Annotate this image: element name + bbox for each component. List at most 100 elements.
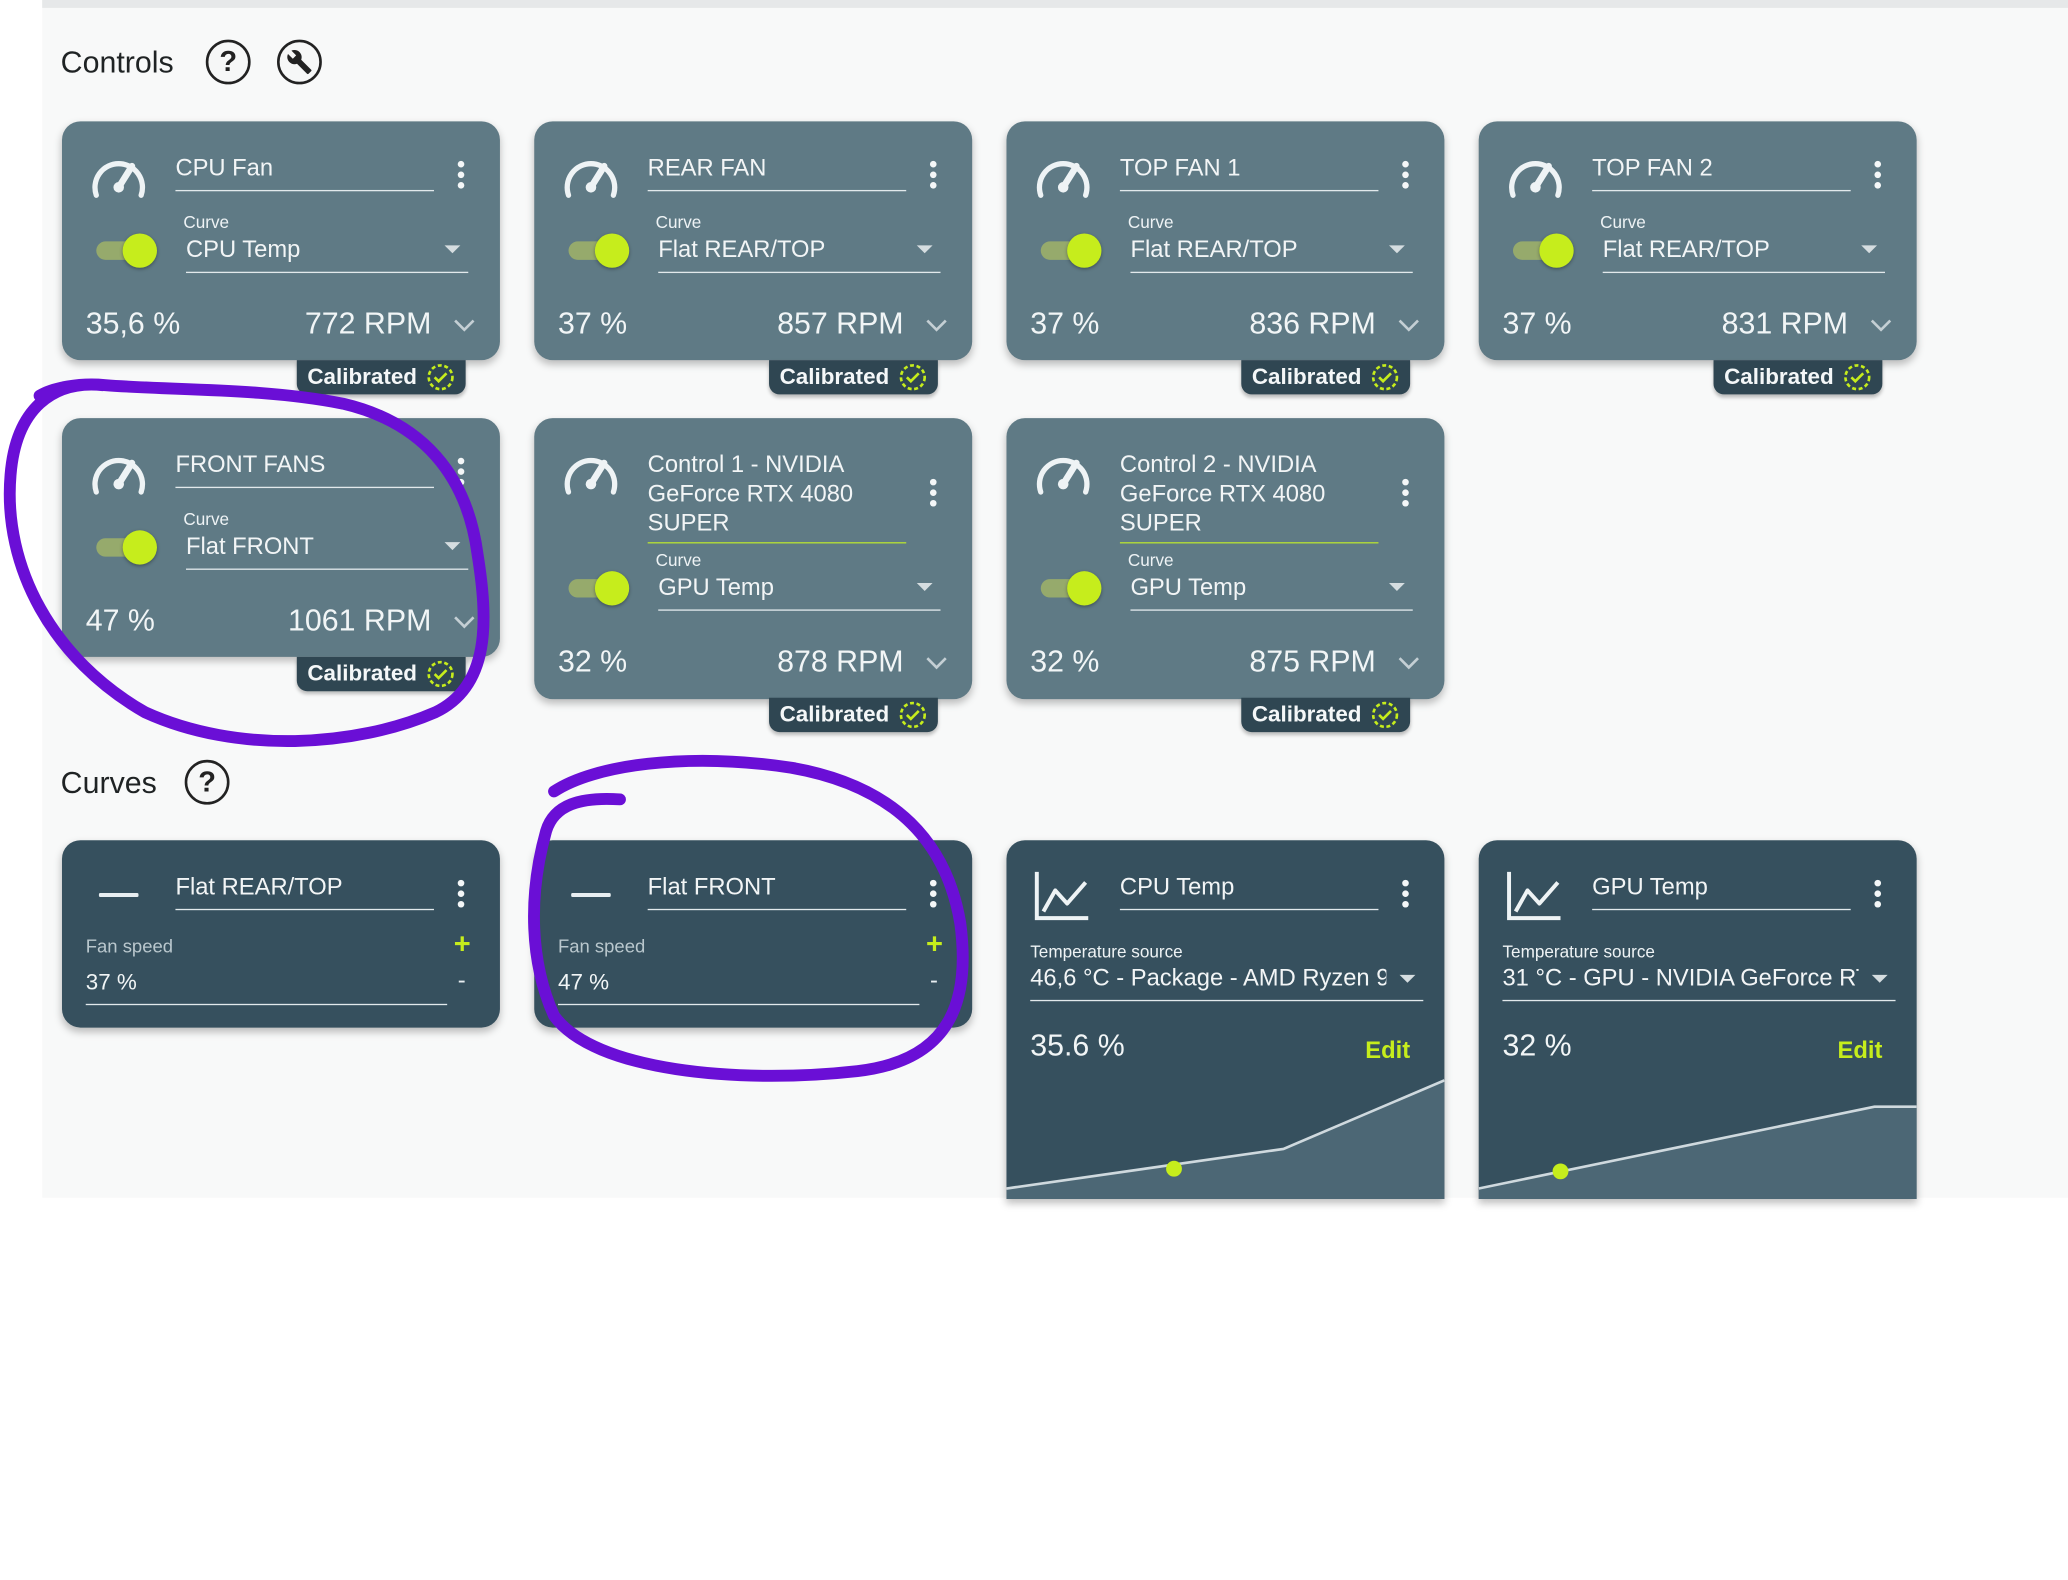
fan-rpm: 836 RPM	[1249, 306, 1376, 341]
control-name-line: Control 2 - NVIDIA	[1119, 451, 1317, 478]
curve-select[interactable]: GPU Temp	[658, 572, 941, 611]
dash-icon	[98, 893, 139, 897]
kebab-menu-icon[interactable]	[1874, 160, 1882, 193]
fan-rpm: 831 RPM	[1721, 306, 1849, 341]
calibrated-label: Calibrated	[1251, 701, 1362, 727]
control-name-field[interactable]: TOP FAN 2	[1592, 153, 1851, 192]
increment-button[interactable]: +	[454, 927, 471, 961]
control-name-field[interactable]: Control 1 - NVIDIA GeForce RTX 4080 SUPER	[647, 450, 907, 544]
control-name-field[interactable]: TOP FAN 1	[1119, 153, 1379, 192]
control-name-line: SUPER	[647, 509, 730, 536]
dropdown-arrow-icon	[916, 583, 933, 591]
decrement-button[interactable]: -	[458, 967, 466, 995]
curve-label: Curve	[655, 550, 702, 570]
control-name: FRONT FANS	[175, 451, 326, 478]
control-name-line: SUPER	[1119, 509, 1202, 536]
curve-name-field[interactable]: Flat FRONT	[647, 872, 907, 911]
kebab-menu-icon[interactable]	[929, 478, 938, 511]
curve-area	[1006, 1080, 1445, 1200]
control-card: Control 1 - NVIDIA GeForce RTX 4080 SUPER C…	[534, 418, 973, 700]
controls-settings-button[interactable]	[277, 39, 322, 85]
enable-toggle[interactable]	[568, 571, 635, 606]
curves-help-button[interactable]: ?	[184, 759, 230, 805]
control-name: REAR FAN	[647, 154, 767, 181]
control-name-line: Control 1 - NVIDIA	[647, 451, 845, 478]
control-name-field[interactable]: REAR FAN	[647, 153, 907, 192]
curve-mini-graph[interactable]	[1478, 1065, 1917, 1200]
chevron-down-icon[interactable]	[452, 317, 476, 341]
enable-toggle[interactable]	[1513, 233, 1579, 268]
kebab-menu-icon[interactable]	[929, 160, 938, 193]
enable-toggle[interactable]	[568, 233, 635, 268]
kebab-menu-icon[interactable]	[1402, 160, 1410, 193]
fan-speed-input[interactable]: 47 %	[557, 970, 920, 1006]
calibrated-badge: Calibrated	[296, 656, 466, 692]
kebab-menu-icon[interactable]	[1874, 879, 1882, 912]
question-icon: ?	[198, 765, 216, 799]
fan-speed-input[interactable]: 37 %	[85, 970, 448, 1006]
increment-button[interactable]: +	[926, 927, 943, 961]
curve-name-field[interactable]: GPU Temp	[1592, 872, 1851, 911]
chevron-down-icon[interactable]	[452, 613, 476, 637]
curve-select[interactable]: Flat REAR/TOP	[1602, 235, 1885, 274]
edit-button[interactable]: Edit	[1838, 1037, 1883, 1065]
enable-toggle[interactable]	[1040, 571, 1107, 606]
edit-button[interactable]: Edit	[1365, 1037, 1410, 1065]
curve-select[interactable]: CPU Temp	[185, 235, 469, 274]
fan-percent: 37 %	[557, 306, 628, 341]
enable-toggle[interactable]	[96, 233, 162, 268]
kebab-menu-icon[interactable]	[929, 879, 938, 912]
curve-area	[1478, 1106, 1917, 1200]
kebab-menu-icon[interactable]	[457, 457, 466, 490]
gauge-icon	[561, 447, 622, 506]
control-card: CPU Fan Curve CPU Temp 35,6 % 772 RPM	[61, 121, 500, 361]
calibrated-badge: Calibrated	[1713, 360, 1883, 395]
temperature-source-select[interactable]: 46,6 °C - Package - AMD Ryzen 9 7950X	[1030, 964, 1424, 1002]
dashed-check-circle-icon	[417, 363, 455, 392]
fan-rpm: 878 RPM	[777, 643, 904, 679]
temperature-source-select[interactable]: 31 °C - GPU - NVIDIA GeForce RTX 4080 SU…	[1502, 964, 1896, 1002]
curve-name-field[interactable]: Flat REAR/TOP	[175, 872, 434, 911]
decrement-button[interactable]: -	[930, 967, 938, 995]
fan-rpm: 857 RPM	[777, 306, 904, 341]
curve-select[interactable]: GPU Temp	[1130, 572, 1413, 611]
enable-toggle[interactable]	[1040, 233, 1107, 268]
curve-select[interactable]: Flat FRONT	[185, 532, 469, 570]
kebab-menu-icon[interactable]	[457, 879, 466, 912]
dropdown-arrow-icon	[444, 542, 461, 551]
temperature-source-label: Temperature source	[1030, 941, 1183, 962]
curve-label: Curve	[183, 509, 230, 529]
curve-card: GPU Temp Temperature source 31 °C - GPU - …	[1478, 840, 1917, 1200]
chevron-down-icon[interactable]	[925, 654, 949, 678]
kebab-menu-icon[interactable]	[457, 160, 466, 193]
curve-select-value: Flat FRONT	[185, 532, 314, 560]
gauge-icon	[1033, 150, 1094, 209]
curve-label: Curve	[1600, 212, 1646, 233]
enable-toggle[interactable]	[96, 530, 162, 565]
dashed-check-circle-icon	[1361, 363, 1399, 392]
curve-name: Flat FRONT	[647, 873, 776, 900]
control-name-field[interactable]: Control 2 - NVIDIA GeForce RTX 4080 SUPER	[1119, 450, 1379, 544]
kebab-menu-icon[interactable]	[1402, 478, 1410, 511]
controls-help-button[interactable]: ?	[205, 39, 251, 85]
control-name-field[interactable]: FRONT FANS	[175, 450, 434, 489]
calibrated-badge: Calibrated	[1241, 360, 1411, 395]
curve-card: Flat FRONT Fan speed +47 % -	[534, 840, 973, 1028]
curve-name-field[interactable]: CPU Temp	[1119, 872, 1379, 911]
wrench-icon	[287, 50, 312, 75]
dropdown-arrow-icon	[1399, 974, 1416, 983]
curve-mini-graph[interactable]	[1006, 1065, 1445, 1200]
control-name-field[interactable]: CPU Fan	[175, 153, 434, 192]
curve-select[interactable]: Flat REAR/TOP	[658, 235, 941, 274]
chevron-down-icon[interactable]	[925, 317, 949, 341]
chevron-down-icon[interactable]	[1397, 654, 1421, 678]
curve-label: Curve	[655, 212, 702, 233]
curve-label: Curve	[1127, 212, 1174, 233]
chevron-down-icon[interactable]	[1869, 317, 1893, 341]
control-name: TOP FAN 2	[1592, 154, 1713, 181]
chevron-down-icon[interactable]	[1397, 317, 1421, 341]
temperature-source-value: 46,6 °C - Package - AMD Ryzen 9 7950X	[1030, 964, 1386, 991]
curve-select[interactable]: Flat REAR/TOP	[1130, 235, 1413, 274]
operating-point	[1166, 1160, 1182, 1177]
kebab-menu-icon[interactable]	[1402, 879, 1410, 912]
